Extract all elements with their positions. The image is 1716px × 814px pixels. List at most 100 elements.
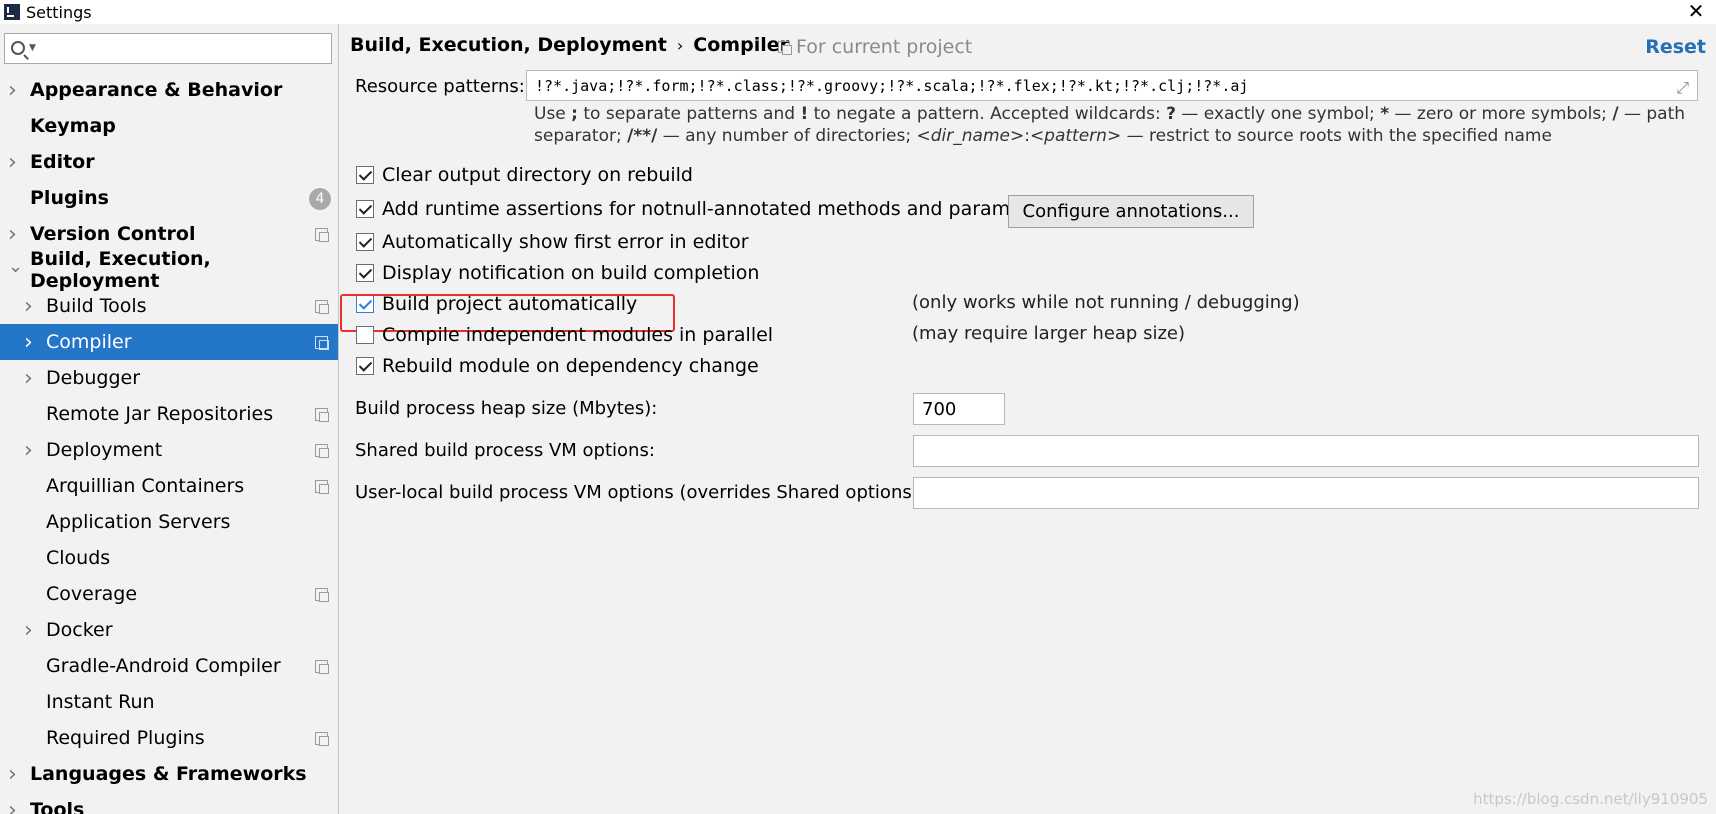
clear-output-checkbox[interactable] bbox=[356, 166, 374, 184]
compile-parallel-option[interactable]: Compile independent modules in parallel bbox=[356, 322, 773, 348]
sidebar-item-clouds[interactable]: Clouds bbox=[0, 540, 338, 576]
sidebar-item-tools[interactable]: › Tools bbox=[0, 792, 338, 814]
display-notification-checkbox[interactable] bbox=[356, 264, 374, 282]
sidebar-item-docker[interactable]: › Docker bbox=[0, 612, 338, 648]
shared-vm-options-field[interactable] bbox=[913, 435, 1699, 467]
sidebar-item-label: Languages & Frameworks bbox=[30, 763, 307, 785]
chevron-right-icon[interactable]: › bbox=[8, 222, 17, 247]
for-current-project-label: For current project bbox=[796, 36, 973, 58]
sidebar-item-required-plugins[interactable]: Required Plugins bbox=[0, 720, 338, 756]
rebuild-on-dependency-option[interactable]: Rebuild module on dependency change bbox=[356, 353, 759, 379]
heap-size-label: Build process heap size (Mbytes): bbox=[355, 398, 658, 419]
sidebar-item-gradle-android-compiler[interactable]: Gradle-Android Compiler bbox=[0, 648, 338, 684]
sidebar-item-debugger[interactable]: › Debugger bbox=[0, 360, 338, 396]
compile-parallel-note: (may require larger heap size) bbox=[912, 323, 1185, 344]
settings-window: Settings ✕ ▼ › Appearance & Behavior Keyma… bbox=[0, 0, 1716, 814]
sidebar-item-compiler[interactable]: › Compiler bbox=[0, 324, 338, 360]
sidebar-item-label: Plugins bbox=[30, 187, 109, 209]
sidebar-item-version-control[interactable]: › Version Control bbox=[0, 216, 338, 252]
compile-parallel-checkbox[interactable] bbox=[356, 326, 374, 344]
breadcrumb-build-execution-deployment[interactable]: Build, Execution, Deployment bbox=[350, 34, 667, 56]
chevron-right-icon[interactable]: › bbox=[8, 762, 17, 787]
chevron-right-icon[interactable]: › bbox=[8, 150, 17, 175]
build-automatically-note: (only works while not running / debuggin… bbox=[912, 292, 1300, 313]
search-input[interactable] bbox=[43, 37, 323, 60]
shared-vm-options-label: Shared build process VM options: bbox=[355, 440, 655, 461]
display-notification-label: Display notification on build completion bbox=[382, 262, 760, 284]
sidebar-item-label: Required Plugins bbox=[46, 727, 205, 749]
user-local-vm-options-field[interactable] bbox=[913, 477, 1699, 509]
sidebar-item-coverage[interactable]: Coverage bbox=[0, 576, 338, 612]
sidebar-item-arquillian-containers[interactable]: Arquillian Containers bbox=[0, 468, 338, 504]
sidebar-item-editor[interactable]: › Editor bbox=[0, 144, 338, 180]
rebuild-on-dependency-checkbox[interactable] bbox=[356, 357, 374, 375]
resource-patterns-hint: Use ; to separate patterns and ! to nega… bbox=[534, 104, 1686, 146]
sidebar-item-label: Instant Run bbox=[46, 691, 155, 713]
sidebar-item-label: Arquillian Containers bbox=[46, 475, 245, 497]
display-notification-option[interactable]: Display notification on build completion bbox=[356, 260, 759, 286]
sidebar-item-label: Keymap bbox=[30, 115, 116, 137]
clear-output-label: Clear output directory on rebuild bbox=[382, 164, 693, 186]
sidebar-item-plugins[interactable]: Plugins 4 bbox=[0, 180, 338, 216]
sidebar-item-label: Tools bbox=[30, 799, 85, 814]
sidebar-item-label: Gradle-Android Compiler bbox=[46, 655, 281, 677]
settings-search[interactable]: ▼ bbox=[4, 33, 332, 64]
runtime-assertions-option[interactable]: Add runtime assertions for notnull-annot… bbox=[356, 196, 1059, 222]
sidebar-item-instant-run[interactable]: Instant Run bbox=[0, 684, 338, 720]
sidebar-item-label: Editor bbox=[30, 151, 95, 173]
show-first-error-checkbox[interactable] bbox=[356, 233, 374, 251]
show-first-error-option[interactable]: Automatically show first error in editor bbox=[356, 229, 749, 255]
chevron-right-icon[interactable]: › bbox=[24, 330, 33, 355]
sidebar-item-label: Debugger bbox=[46, 367, 141, 389]
sidebar-item-label: Docker bbox=[46, 619, 113, 641]
project-scope-icon bbox=[315, 336, 329, 350]
search-icon bbox=[11, 41, 25, 55]
settings-tree: › Appearance & Behavior Keymap › Editor Plugi… bbox=[0, 72, 338, 814]
intellij-logo-icon bbox=[4, 4, 20, 20]
chevron-right-icon[interactable]: › bbox=[8, 78, 17, 103]
project-scope-icon bbox=[315, 228, 329, 242]
sidebar-item-keymap[interactable]: Keymap bbox=[0, 108, 338, 144]
sidebar-item-label: Application Servers bbox=[46, 511, 231, 533]
sidebar-item-label: Compiler bbox=[46, 331, 132, 353]
sidebar-item-application-servers[interactable]: Application Servers bbox=[0, 504, 338, 540]
reset-link[interactable]: Reset bbox=[1645, 36, 1706, 58]
runtime-assertions-checkbox[interactable] bbox=[356, 200, 374, 218]
sidebar-item-appearance-behavior[interactable]: › Appearance & Behavior bbox=[0, 72, 338, 108]
sidebar-item-label: Remote Jar Repositories bbox=[46, 403, 274, 425]
resource-patterns-field[interactable]: !?*.java;!?*.form;!?*.class;!?*.groovy;!… bbox=[526, 70, 1698, 101]
sidebar-item-label: Appearance & Behavior bbox=[30, 79, 283, 101]
expand-icon[interactable]: ⤢ bbox=[1676, 78, 1689, 98]
chevron-right-icon[interactable]: › bbox=[24, 366, 33, 391]
sidebar-item-label: Coverage bbox=[46, 583, 138, 605]
sidebar-item-label: Clouds bbox=[46, 547, 111, 569]
heap-size-value: 700 bbox=[922, 398, 957, 420]
chevron-right-icon[interactable]: › bbox=[24, 438, 33, 463]
sidebar-item-label: Build Tools bbox=[46, 295, 147, 317]
project-scope-icon bbox=[778, 41, 792, 55]
resource-patterns-value: !?*.java;!?*.form;!?*.class;!?*.groovy;!… bbox=[535, 76, 1249, 95]
heap-size-field[interactable]: 700 bbox=[913, 393, 1005, 425]
project-scope-icon bbox=[315, 408, 329, 422]
chevron-right-icon[interactable]: › bbox=[24, 294, 33, 319]
chevron-down-icon[interactable]: ▼ bbox=[29, 43, 36, 53]
sidebar-item-build-tools[interactable]: › Build Tools bbox=[0, 288, 338, 324]
build-automatically-checkbox[interactable] bbox=[356, 295, 374, 313]
resource-patterns-label: Resource patterns: bbox=[355, 76, 525, 97]
rebuild-on-dependency-label: Rebuild module on dependency change bbox=[382, 355, 759, 377]
chevron-right-icon[interactable]: › bbox=[24, 618, 33, 643]
sidebar-item-deployment[interactable]: › Deployment bbox=[0, 432, 338, 468]
sidebar-item-remote-jar-repositories[interactable]: Remote Jar Repositories bbox=[0, 396, 338, 432]
clear-output-option[interactable]: Clear output directory on rebuild bbox=[356, 162, 693, 188]
settings-sidebar: ▼ › Appearance & Behavior Keymap › Editor Plu… bbox=[0, 24, 339, 814]
breadcrumb: Build, Execution, Deployment › Compiler bbox=[350, 34, 789, 56]
sidebar-item-label: Deployment bbox=[46, 439, 163, 461]
sidebar-item-languages-frameworks[interactable]: › Languages & Frameworks bbox=[0, 756, 338, 792]
chevron-right-icon[interactable]: › bbox=[8, 798, 17, 814]
configure-annotations-button[interactable]: Configure annotations... bbox=[1008, 195, 1254, 228]
sidebar-item-build-execution-deployment[interactable]: ⌄ Build, Execution, Deployment bbox=[0, 248, 338, 292]
project-scope-icon bbox=[315, 300, 329, 314]
chevron-down-icon[interactable]: ⌄ bbox=[8, 256, 23, 277]
build-automatically-option[interactable]: Build project automatically bbox=[356, 291, 637, 317]
close-icon[interactable]: ✕ bbox=[1684, 0, 1708, 24]
